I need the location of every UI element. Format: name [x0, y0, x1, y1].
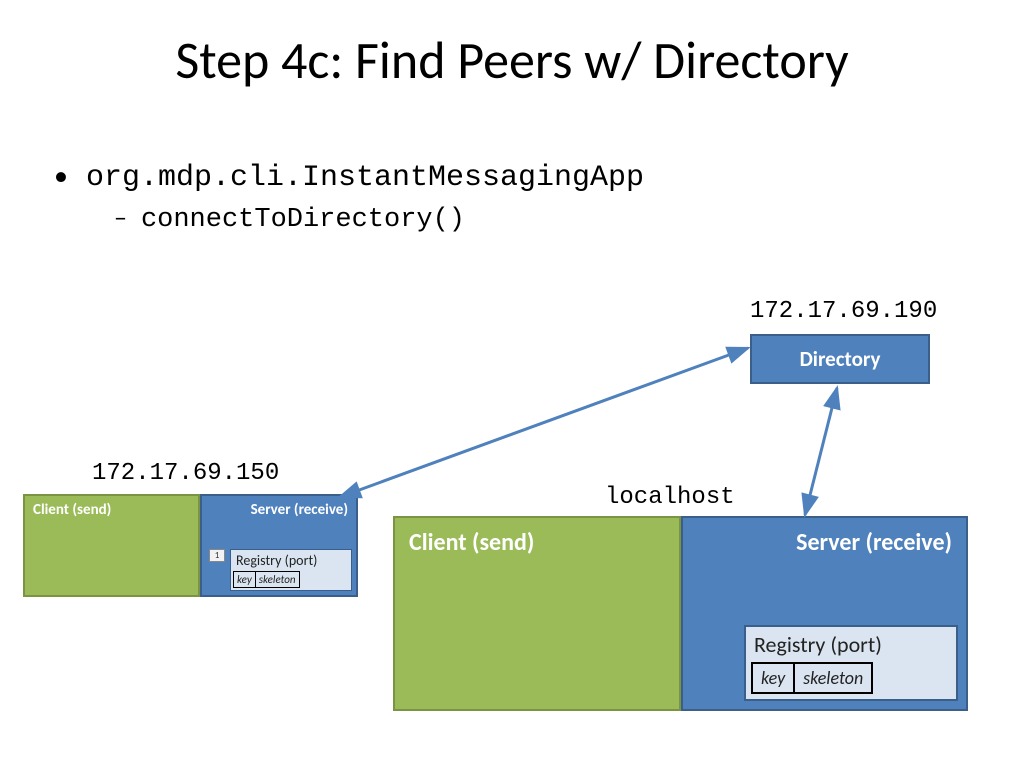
big-client-box: Client (send): [393, 516, 681, 711]
small-badge: 1: [209, 549, 225, 562]
small-key-cell: key: [233, 571, 255, 588]
big-server-label: Server (receive): [796, 528, 952, 557]
big-registry-label: Registry (port): [746, 627, 956, 662]
bullet-dot-icon: •: [54, 162, 68, 190]
directory-box: Directory: [750, 334, 930, 384]
small-ip-label: 172.17.69.150: [92, 460, 279, 487]
small-skeleton-cell: skeleton: [255, 571, 300, 588]
bullet-main: • org.mdp.cli.InstantMessagingApp: [54, 158, 934, 195]
small-peer-group: Client (send) Server (receive) 1 Registr…: [23, 494, 358, 599]
small-client-box: Client (send): [23, 494, 200, 597]
bullet-sub: – connectToDirectory(): [114, 201, 934, 235]
dash-icon: –: [114, 201, 127, 233]
directory-label: Directory: [800, 346, 881, 372]
small-registry-box: 1 Registry (port) key skeleton: [230, 549, 352, 591]
big-kv-row: key skeleton: [746, 662, 956, 699]
bullet-block: • org.mdp.cli.InstantMessagingApp – conn…: [54, 158, 934, 235]
big-key-cell: key: [751, 662, 795, 694]
slide-title: Step 4c: Find Peers w/ Directory: [0, 28, 1024, 92]
small-kv-row: key skeleton: [231, 571, 351, 590]
big-server-box: Server (receive) Registry (port) key ske…: [681, 516, 968, 711]
small-registry-label: Registry (port): [231, 550, 351, 571]
big-registry-box: Registry (port) key skeleton: [744, 625, 958, 701]
big-client-label: Client (send): [409, 528, 534, 557]
big-skeleton-cell: skeleton: [795, 662, 873, 694]
small-client-label: Client (send): [33, 501, 111, 519]
bullet-sub-text: connectToDirectory(): [141, 205, 465, 235]
directory-ip-label: 172.17.69.190: [750, 298, 937, 325]
small-server-box: Server (receive) 1 Registry (port) key s…: [200, 494, 358, 597]
big-ip-label: localhost: [605, 484, 735, 511]
small-server-label: Server (receive): [251, 501, 348, 519]
big-peer-group: Client (send) Server (receive) Registry …: [393, 516, 968, 712]
bullet-main-text: org.mdp.cli.InstantMessagingApp: [86, 161, 644, 195]
